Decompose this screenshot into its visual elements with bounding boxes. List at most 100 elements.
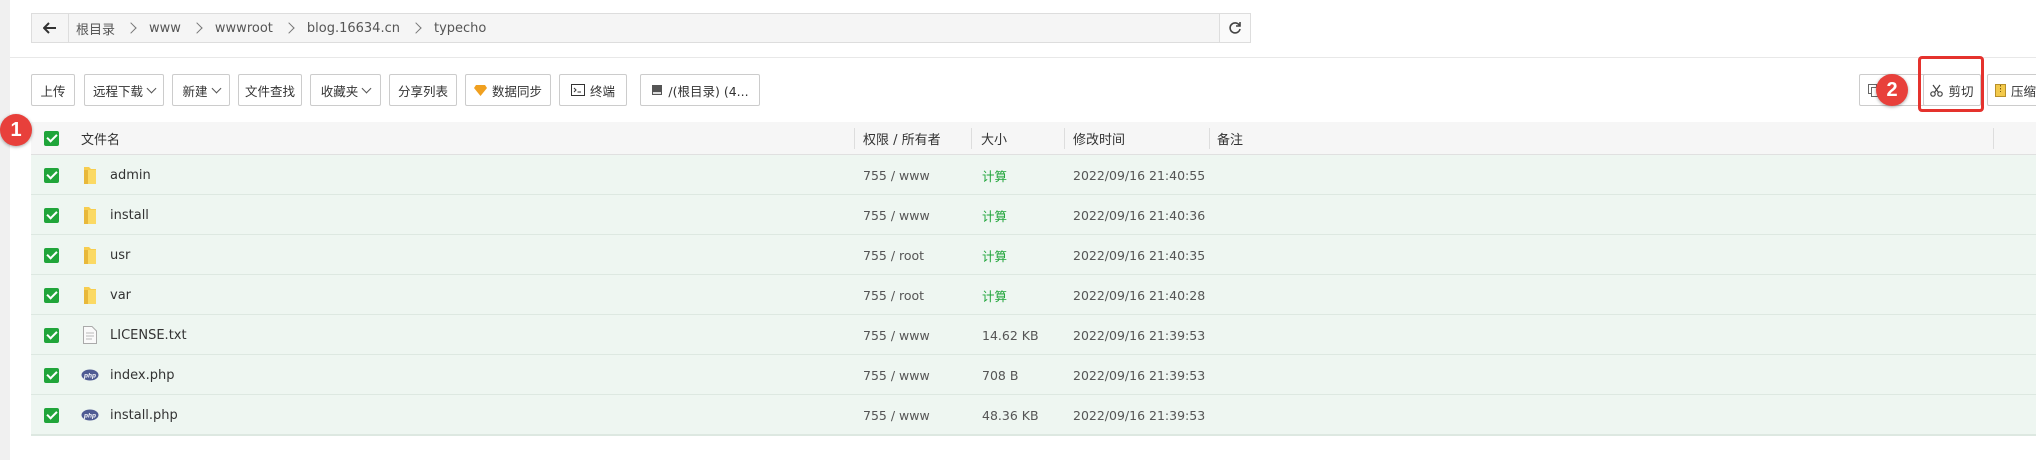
- column-divider: [1209, 128, 1210, 149]
- file-name[interactable]: var: [110, 275, 131, 315]
- archive-icon: [1995, 83, 2006, 97]
- row-checkbox[interactable]: [44, 315, 59, 355]
- refresh-button[interactable]: [1219, 14, 1250, 42]
- table-row[interactable]: install 755 / www 计算 2022/09/16 21:40:36: [31, 195, 2036, 235]
- header-name[interactable]: 文件名: [81, 122, 120, 154]
- share-list-label: 分享列表: [397, 83, 448, 99]
- terminal-label: 终端: [589, 83, 615, 99]
- file-mtime: 2022/09/16 21:39:53: [1073, 367, 1206, 383]
- file-mtime: 2022/09/16 21:40:36: [1073, 207, 1206, 223]
- file-perm[interactable]: 755 / www: [863, 155, 930, 195]
- folder-icon: [83, 155, 97, 195]
- table-row[interactable]: php install.php 755 / www 48.36 KB 2022/09/1…: [31, 395, 2036, 435]
- file-perm[interactable]: 755 / root: [863, 275, 924, 315]
- file-name[interactable]: install.php: [110, 395, 178, 435]
- crumb-root[interactable]: 根目录: [76, 19, 115, 38]
- table-row[interactable]: LICENSE.txt 755 / www 14.62 KB 2022/09/16 2…: [31, 315, 2036, 355]
- file-size[interactable]: 计算: [982, 155, 1007, 195]
- arrow-left-icon: [43, 22, 56, 34]
- file-mtime: 2022/09/16 21:39:53: [1073, 327, 1206, 343]
- path-bar: 根目录 www wwwroot blog.16634.cn typecho: [31, 13, 1251, 43]
- compress-button[interactable]: 压缩: [1987, 74, 2036, 106]
- text-file-icon: [83, 315, 97, 355]
- file-size: 48.36 KB: [982, 407, 1039, 423]
- back-button[interactable]: [32, 14, 69, 42]
- new-label: 新建: [182, 83, 208, 99]
- php-file-icon: php: [81, 395, 99, 435]
- chevron-down-icon: [211, 83, 221, 93]
- table-row[interactable]: php index.php 755 / www 708 B 2022/09/16 21:…: [31, 355, 2036, 395]
- compress-label: 压缩: [2011, 83, 2036, 99]
- left-strip: [0, 0, 10, 460]
- file-name[interactable]: index.php: [110, 355, 174, 395]
- chevron-right-icon: [410, 22, 422, 34]
- disk-icon: [651, 84, 663, 96]
- data-sync-button[interactable]: 数据同步: [465, 74, 551, 106]
- column-divider: [854, 128, 855, 149]
- table-row[interactable]: var 755 / root 计算 2022/09/16 21:40:28: [31, 275, 2036, 315]
- chevron-right-icon: [283, 22, 295, 34]
- svg-text:php: php: [83, 373, 96, 380]
- file-size[interactable]: 计算: [982, 275, 1007, 315]
- header-perm[interactable]: 权限 / 所有者: [863, 122, 941, 154]
- cut-highlight-box: [1918, 56, 1984, 112]
- svg-text:php: php: [83, 413, 96, 420]
- file-perm[interactable]: 755 / www: [863, 395, 930, 435]
- new-button[interactable]: 新建: [172, 74, 230, 106]
- file-mtime: 2022/09/16 21:40:55: [1073, 167, 1206, 183]
- breadcrumb: 根目录 www wwwroot blog.16634.cn typecho: [76, 14, 486, 42]
- table-row[interactable]: admin 755 / www 计算 2022/09/16 21:40:55: [31, 155, 2036, 195]
- folder-icon: [83, 195, 97, 235]
- row-checkbox[interactable]: [44, 355, 59, 395]
- crumb-site[interactable]: blog.16634.cn: [307, 21, 400, 36]
- terminal-icon: [570, 84, 585, 96]
- table-header: 文件名 权限 / 所有者 大小 修改时间 备注: [31, 122, 2036, 155]
- upload-button[interactable]: 上传: [31, 74, 75, 106]
- remote-download-button[interactable]: 远程下载: [84, 74, 164, 106]
- data-sync-label: 数据同步: [491, 83, 542, 99]
- chevron-right-icon: [125, 22, 137, 34]
- divider: [10, 57, 2036, 58]
- php-file-icon: php: [81, 355, 99, 395]
- header-size[interactable]: 大小: [981, 122, 1007, 154]
- step-1-badge: 1: [0, 114, 32, 146]
- file-perm[interactable]: 755 / www: [863, 315, 930, 355]
- column-divider: [1064, 128, 1065, 149]
- crumb-wwwroot[interactable]: wwwroot: [215, 21, 273, 36]
- file-name[interactable]: usr: [110, 235, 130, 275]
- favorites-label: 收藏夹: [320, 83, 359, 99]
- find-file-label: 文件查找: [244, 83, 295, 99]
- file-perm[interactable]: 755 / www: [863, 195, 930, 235]
- folder-icon: [83, 275, 97, 315]
- file-perm[interactable]: 755 / www: [863, 355, 930, 395]
- file-perm[interactable]: 755 / root: [863, 235, 924, 275]
- crumb-www[interactable]: www: [149, 21, 181, 36]
- favorites-button[interactable]: 收藏夹: [310, 74, 381, 106]
- chevron-right-icon: [191, 22, 203, 34]
- row-checkbox[interactable]: [44, 235, 59, 275]
- disk-button[interactable]: /(根目录) (4...: [640, 74, 760, 106]
- file-name[interactable]: install: [110, 195, 149, 235]
- file-name[interactable]: admin: [110, 155, 151, 195]
- file-mtime: 2022/09/16 21:39:53: [1073, 407, 1206, 423]
- table-row[interactable]: usr 755 / root 计算 2022/09/16 21:40:35: [31, 235, 2036, 275]
- remote-download-label: 远程下载: [92, 83, 143, 99]
- file-size[interactable]: 计算: [982, 235, 1007, 275]
- find-file-button[interactable]: 文件查找: [238, 74, 302, 106]
- step-2-badge: 2: [1876, 74, 1908, 106]
- row-checkbox[interactable]: [44, 395, 59, 435]
- header-mtime[interactable]: 修改时间: [1073, 122, 1125, 154]
- row-checkbox[interactable]: [44, 275, 59, 315]
- file-name[interactable]: LICENSE.txt: [110, 315, 187, 355]
- file-mtime: 2022/09/16 21:40:28: [1073, 287, 1206, 303]
- refresh-icon: [1229, 22, 1241, 34]
- terminal-button[interactable]: 终端: [559, 74, 627, 106]
- file-mtime: 2022/09/16 21:40:35: [1073, 247, 1206, 263]
- crumb-typecho[interactable]: typecho: [434, 21, 486, 36]
- row-checkbox[interactable]: [44, 155, 59, 195]
- folder-icon: [83, 235, 97, 275]
- share-list-button[interactable]: 分享列表: [389, 74, 457, 106]
- row-checkbox[interactable]: [44, 195, 59, 235]
- file-size[interactable]: 计算: [982, 195, 1007, 235]
- select-all-checkbox[interactable]: [44, 122, 59, 154]
